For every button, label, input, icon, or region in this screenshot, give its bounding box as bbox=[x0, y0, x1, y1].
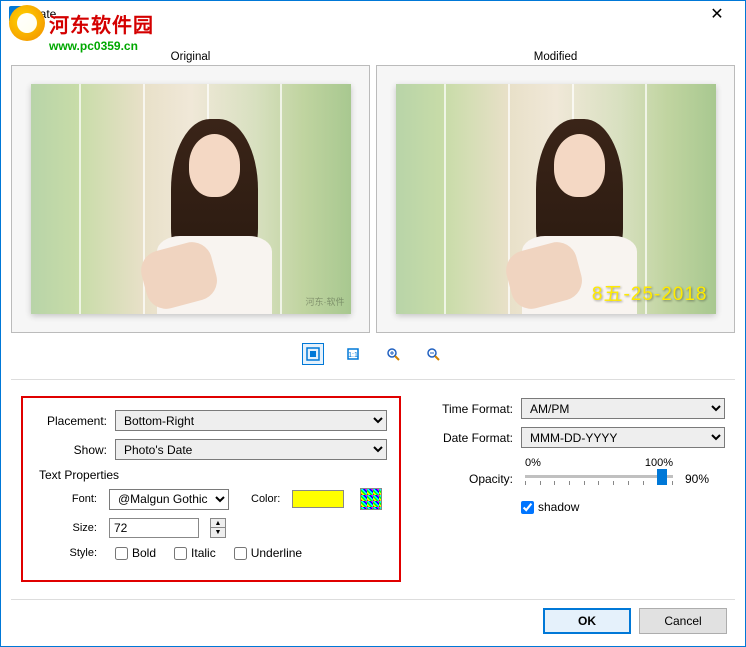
modified-preview: 8五-25-2018 bbox=[376, 65, 735, 333]
settings-area: Placement: Bottom-Right Show: Photo's Da… bbox=[1, 384, 745, 594]
date-format-label: Date Format: bbox=[431, 431, 521, 445]
cancel-button[interactable]: Cancel bbox=[639, 608, 727, 634]
placement-select[interactable]: Bottom-Right bbox=[115, 410, 387, 431]
underline-checkbox-item[interactable]: Underline bbox=[234, 546, 302, 560]
opacity-slider[interactable] bbox=[525, 475, 673, 478]
format-settings-group: Time Format: AM/PM Date Format: MMM-DD-Y… bbox=[431, 396, 725, 582]
show-label: Show: bbox=[35, 443, 115, 457]
modified-photo: 8五-25-2018 bbox=[396, 84, 716, 314]
button-divider bbox=[11, 599, 735, 600]
shadow-label: shadow bbox=[538, 500, 579, 514]
modified-label: Modified bbox=[376, 51, 735, 63]
shadow-checkbox[interactable] bbox=[521, 501, 534, 514]
opacity-slider-area: 0% 100% bbox=[521, 457, 677, 485]
time-format-label: Time Format: bbox=[431, 402, 521, 416]
color-swatch[interactable] bbox=[292, 490, 344, 508]
size-spinner-up[interactable]: ▲ bbox=[211, 519, 225, 528]
dialog-buttons: OK Cancel bbox=[543, 608, 727, 634]
placement-label: Placement: bbox=[35, 414, 115, 428]
italic-checkbox[interactable] bbox=[174, 547, 187, 560]
color-picker-button[interactable] bbox=[360, 488, 382, 510]
fit-screen-button[interactable] bbox=[302, 343, 324, 365]
original-preview: 河东·软件 bbox=[11, 65, 370, 333]
font-label: Font: bbox=[53, 493, 97, 505]
date-format-select[interactable]: MMM-DD-YYYY bbox=[521, 427, 725, 448]
zoom-out-button[interactable] bbox=[422, 343, 444, 365]
original-photo: 河东·软件 bbox=[31, 84, 351, 314]
italic-checkbox-item[interactable]: Italic bbox=[174, 546, 216, 560]
svg-text:1:1: 1:1 bbox=[348, 352, 358, 359]
titlebar: Date ✕ bbox=[1, 1, 745, 27]
text-settings-group: Placement: Bottom-Right Show: Photo's Da… bbox=[21, 396, 401, 582]
date-stamp-overlay: 8五-25-2018 bbox=[592, 279, 708, 306]
opacity-label: Opacity: bbox=[431, 456, 521, 486]
size-spinner[interactable]: ▲▼ bbox=[210, 518, 226, 538]
show-select[interactable]: Photo's Date bbox=[115, 439, 387, 460]
size-label: Size: bbox=[53, 522, 97, 534]
underline-checkbox[interactable] bbox=[234, 547, 247, 560]
text-properties-heading: Text Properties bbox=[39, 468, 387, 482]
time-format-select[interactable]: AM/PM bbox=[521, 398, 725, 419]
color-label: Color: bbox=[251, 493, 280, 505]
size-spinner-down[interactable]: ▼ bbox=[211, 528, 225, 537]
opacity-min-label: 0% bbox=[525, 457, 541, 469]
opacity-value: 90% bbox=[685, 456, 725, 486]
opacity-max-label: 100% bbox=[645, 457, 673, 469]
opacity-slider-thumb[interactable] bbox=[657, 469, 667, 485]
close-button[interactable]: ✕ bbox=[697, 1, 737, 27]
divider bbox=[11, 379, 735, 380]
ok-button[interactable]: OK bbox=[543, 608, 631, 634]
window-title: Date bbox=[31, 7, 56, 21]
preview-area: Original 河东·软件 Modified 8五-25-2018 bbox=[1, 47, 745, 333]
original-label: Original bbox=[11, 51, 370, 63]
window-icon bbox=[9, 6, 25, 22]
zoom-toolbar: 1:1 bbox=[1, 333, 745, 375]
shadow-checkbox-item[interactable]: shadow bbox=[521, 500, 725, 514]
size-input[interactable] bbox=[109, 518, 199, 538]
font-select[interactable]: @Malgun Gothic bbox=[109, 489, 229, 510]
style-label: Style: bbox=[53, 547, 97, 559]
photo-watermark: 河东·软件 bbox=[306, 295, 345, 308]
bold-checkbox-item[interactable]: Bold bbox=[115, 546, 156, 560]
bold-checkbox[interactable] bbox=[115, 547, 128, 560]
actual-size-button[interactable]: 1:1 bbox=[342, 343, 364, 365]
zoom-in-button[interactable] bbox=[382, 343, 404, 365]
